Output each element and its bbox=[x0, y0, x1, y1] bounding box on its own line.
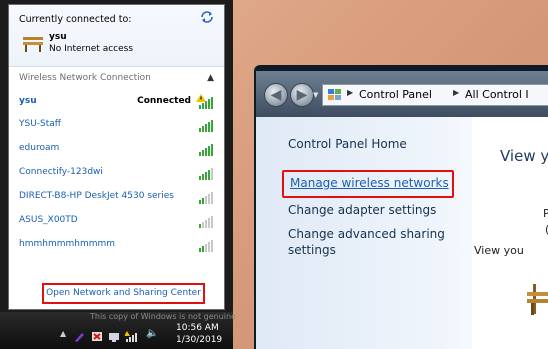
genuine-notice: This copy of Windows is not genuine bbox=[90, 312, 236, 321]
back-icon[interactable]: ◀ bbox=[264, 83, 288, 107]
change-advanced-sharing-link[interactable]: Change advanced sharing bbox=[288, 227, 445, 241]
main-content: View y P ( View you bbox=[472, 117, 548, 349]
network-name: ASUS_X00TD bbox=[19, 215, 78, 225]
clock-time[interactable]: 10:56 AM bbox=[176, 323, 219, 333]
control-panel-icon bbox=[327, 88, 342, 102]
pen-icon[interactable] bbox=[73, 328, 85, 342]
network-name: hmmhmmmhmmmm bbox=[19, 239, 116, 249]
change-adapter-settings-link[interactable]: Change adapter settings bbox=[288, 203, 436, 217]
manage-wireless-label[interactable]: Manage wireless networks bbox=[290, 176, 449, 190]
signal-strength-icon bbox=[199, 192, 213, 204]
manage-wireless-networks-link[interactable]: Manage wireless networks bbox=[282, 170, 454, 198]
wireless-section-header[interactable]: Wireless Network Connection ▲ bbox=[19, 73, 214, 87]
control-panel-window: ◀ ▶ ▼ ▶ Control Panel ▶ All Control I Co… bbox=[254, 65, 548, 349]
network-item[interactable]: eduroam bbox=[19, 141, 216, 157]
refresh-icon[interactable] bbox=[200, 11, 214, 23]
network-name: Connectify-123dwi bbox=[19, 167, 103, 177]
network-connected-status: Connected bbox=[137, 96, 191, 106]
current-network-name: ysu bbox=[49, 32, 67, 42]
signal-strength-icon bbox=[199, 168, 213, 180]
view-active-networks-label: View you bbox=[474, 244, 524, 257]
page-title: View y bbox=[500, 147, 548, 165]
network-item[interactable]: hmmhmmmhmmmm bbox=[19, 237, 216, 253]
control-panel-body: Control Panel Home Manage wireless netwo… bbox=[256, 117, 548, 349]
address-bar[interactable]: ▶ Control Panel ▶ All Control I bbox=[322, 84, 548, 106]
signal-strength-icon bbox=[199, 216, 213, 228]
network-item[interactable]: ASUS_X00TD bbox=[19, 213, 216, 229]
network-tray-icon[interactable] bbox=[124, 328, 137, 342]
window-toolbar: ◀ ▶ ▼ ▶ Control Panel ▶ All Control I bbox=[256, 71, 548, 117]
main-text-fragment: P bbox=[543, 207, 548, 220]
network-item[interactable]: YSU-Staff bbox=[19, 117, 216, 133]
breadcrumb-separator-icon[interactable]: ▶ bbox=[347, 88, 353, 97]
sidebar: Control Panel Home Manage wireless netwo… bbox=[256, 117, 472, 349]
show-hidden-icons-icon[interactable]: ▲ bbox=[60, 329, 72, 341]
network-name: eduroam bbox=[19, 143, 60, 153]
signal-warning-icon bbox=[196, 94, 213, 109]
display-icon[interactable] bbox=[108, 328, 120, 342]
clock-date[interactable]: 1/30/2019 bbox=[176, 335, 222, 345]
current-network-status: No Internet access bbox=[49, 44, 134, 54]
bench-network-icon bbox=[527, 282, 548, 316]
change-advanced-sharing-link-line2[interactable]: settings bbox=[288, 243, 336, 257]
forward-icon[interactable]: ▶ bbox=[290, 83, 314, 107]
network-name: DIRECT-B8-HP DeskJet 4530 series bbox=[19, 191, 174, 201]
network-item[interactable]: DIRECT-B8-HP DeskJet 4530 series bbox=[19, 189, 216, 205]
signal-strength-icon bbox=[199, 120, 213, 132]
wireless-section-label: Wireless Network Connection bbox=[19, 73, 151, 83]
breadcrumb-control-panel[interactable]: Control Panel bbox=[359, 88, 432, 101]
history-dropdown-icon[interactable]: ▼ bbox=[313, 91, 318, 99]
currently-connected-label: Currently connected to: bbox=[19, 14, 132, 25]
flyout-panel: Currently connected to: ysu No Internet … bbox=[8, 4, 225, 310]
signal-strength-icon bbox=[199, 240, 213, 252]
breadcrumb-separator-icon[interactable]: ▶ bbox=[453, 88, 459, 97]
speaker-icon[interactable]: 🔈 bbox=[146, 328, 158, 340]
network-name: ysu bbox=[19, 96, 37, 106]
network-item[interactable]: Connectify-123dwi bbox=[19, 165, 216, 181]
breadcrumb-all-items[interactable]: All Control I bbox=[465, 88, 529, 101]
currently-connected-section: Currently connected to: ysu No Internet … bbox=[9, 5, 224, 67]
network-item-ysu[interactable]: ysu Connected bbox=[19, 94, 216, 110]
network-name: YSU-Staff bbox=[19, 119, 62, 129]
network-flyout: Currently connected to: ysu No Internet … bbox=[0, 0, 236, 349]
chevron-up-icon[interactable]: ▲ bbox=[207, 73, 214, 83]
bench-network-icon bbox=[22, 35, 44, 53]
open-network-sharing-center-link[interactable]: Open Network and Sharing Center bbox=[42, 283, 205, 304]
flag-icon[interactable] bbox=[91, 328, 103, 341]
signal-strength-icon bbox=[199, 144, 213, 156]
taskbar: This copy of Windows is not genuine ▲ 🔈 … bbox=[0, 312, 236, 349]
sidebar-control-panel-home[interactable]: Control Panel Home bbox=[288, 137, 407, 151]
